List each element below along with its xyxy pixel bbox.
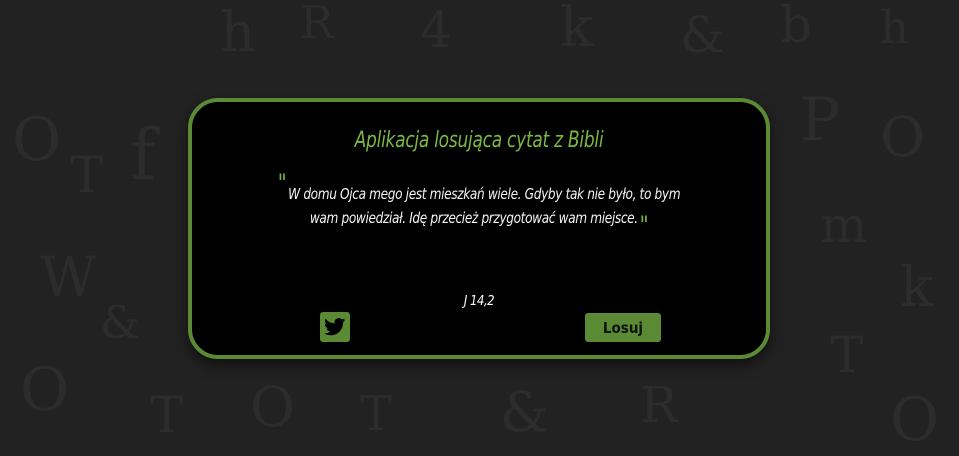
close-quote-mark: " xyxy=(639,211,649,239)
app-title: Aplikacja losująca cytat z Bibli xyxy=(354,128,604,153)
open-quote-mark: " xyxy=(277,169,287,197)
quote-reference: J 14,2 xyxy=(463,294,495,309)
quote-text: W domu Ojca mego jest mieszkań wiele. Gd… xyxy=(288,185,681,227)
quote-text-block: " W domu Ojca mego jest mieszkań wiele. G… xyxy=(275,171,684,237)
draw-quote-button[interactable]: Losuj xyxy=(585,313,661,342)
quote-card: Aplikacja losująca cytat z Bibli " W domu… xyxy=(188,98,770,359)
tweet-button[interactable] xyxy=(320,312,350,342)
twitter-bird-icon xyxy=(324,318,346,336)
